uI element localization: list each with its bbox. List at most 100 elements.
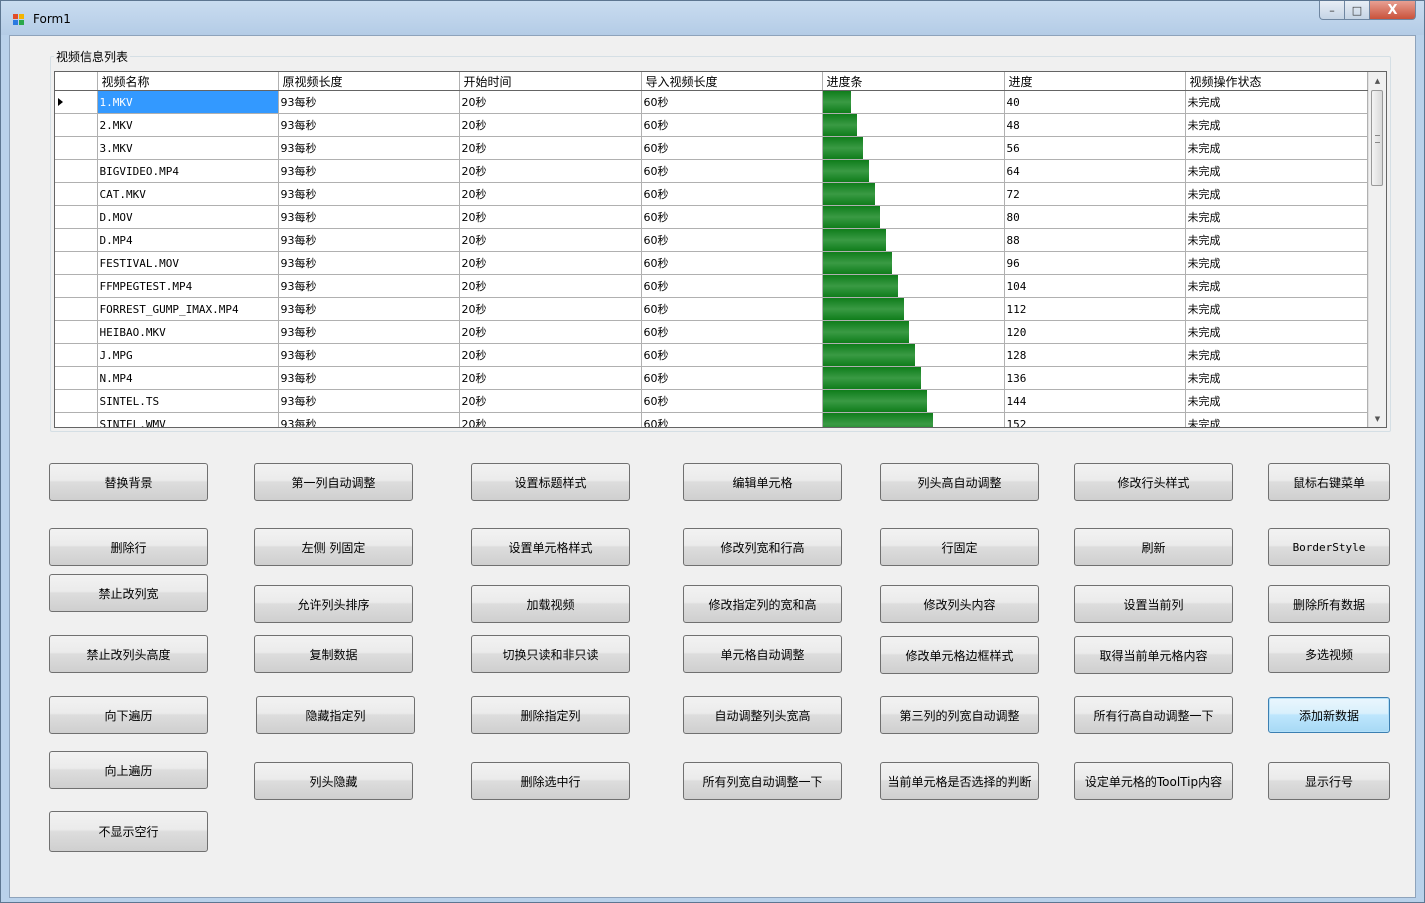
action-button-25[interactable]: 单元格自动调整	[683, 635, 842, 673]
table-row[interactable]: 3.MKV 93每秒 20秒 60秒 56 未完成	[55, 136, 1368, 160]
cell-name[interactable]: J.MPG	[97, 343, 279, 367]
cell-start-time[interactable]: 20秒	[459, 343, 642, 367]
cell-import-length[interactable]: 60秒	[641, 113, 823, 137]
cell-progress-bar[interactable]	[822, 228, 1005, 252]
action-button-28[interactable]: 多选视频	[1268, 635, 1390, 673]
table-row[interactable]: D.MOV 93每秒 20秒 60秒 80 未完成	[55, 205, 1368, 229]
action-button-17[interactable]: 加载视频	[471, 585, 630, 623]
cell-orig-length[interactable]: 93每秒	[278, 205, 460, 229]
cell-progress-bar[interactable]	[822, 366, 1005, 390]
cell-progress-bar[interactable]	[822, 389, 1005, 413]
cell-start-time[interactable]: 20秒	[459, 389, 642, 413]
cell-import-length[interactable]: 60秒	[641, 136, 823, 160]
row-indicator-cell[interactable]	[55, 366, 65, 390]
cell-progress[interactable]: 128	[1004, 343, 1186, 367]
cell-orig-length[interactable]: 93每秒	[278, 274, 460, 298]
cell-progress[interactable]: 64	[1004, 159, 1186, 183]
action-button-14[interactable]: BorderStyle	[1268, 528, 1390, 566]
title-bar[interactable]: Form1 – □ X	[1, 1, 1424, 35]
cell-progress[interactable]: 88	[1004, 228, 1186, 252]
cell-status[interactable]: 未完成	[1185, 343, 1368, 367]
action-button-18[interactable]: 修改指定列的宽和高	[683, 585, 842, 623]
cell-start-time[interactable]: 20秒	[459, 228, 642, 252]
cell-start-time[interactable]: 20秒	[459, 366, 642, 390]
cell-start-time[interactable]: 20秒	[459, 297, 642, 321]
cell-progress[interactable]: 112	[1004, 297, 1186, 321]
action-button-32[interactable]: 自动调整列头宽高	[683, 696, 842, 734]
cell-start-time[interactable]: 20秒	[459, 205, 642, 229]
column-header-orig-length[interactable]: 原视频长度	[278, 72, 460, 91]
action-button-7[interactable]: 鼠标右键菜单	[1268, 463, 1390, 501]
row-header-cell[interactable]	[65, 159, 98, 183]
action-button-13[interactable]: 刷新	[1074, 528, 1233, 566]
column-header-name[interactable]: 视频名称	[97, 72, 279, 91]
cell-orig-length[interactable]: 93每秒	[278, 228, 460, 252]
cell-status[interactable]: 未完成	[1185, 297, 1368, 321]
cell-status[interactable]: 未完成	[1185, 205, 1368, 229]
row-indicator-cell[interactable]	[55, 320, 65, 344]
action-button-35[interactable]: 添加新数据	[1268, 697, 1390, 733]
cell-progress[interactable]: 152	[1004, 412, 1186, 427]
cell-status[interactable]: 未完成	[1185, 182, 1368, 206]
row-header-cell[interactable]	[65, 389, 98, 413]
cell-import-length[interactable]: 60秒	[641, 343, 823, 367]
action-button-42[interactable]: 显示行号	[1268, 762, 1390, 800]
action-button-15[interactable]: 禁止改列宽	[49, 574, 208, 612]
column-header-status[interactable]: 视频操作状态	[1185, 72, 1368, 91]
cell-progress[interactable]: 72	[1004, 182, 1186, 206]
action-button-40[interactable]: 当前单元格是否选择的判断	[880, 762, 1039, 800]
cell-progress-bar[interactable]	[822, 136, 1005, 160]
action-button-10[interactable]: 设置单元格样式	[471, 528, 630, 566]
cell-name[interactable]: 1.MKV	[97, 90, 279, 114]
cell-orig-length[interactable]: 93每秒	[278, 297, 460, 321]
column-header-progress-bar[interactable]: 进度条	[822, 72, 1005, 91]
cell-name[interactable]: FORREST_GUMP_IMAX.MP4	[97, 297, 279, 321]
action-button-1[interactable]: 替换背景	[49, 463, 208, 501]
cell-start-time[interactable]: 20秒	[459, 90, 642, 114]
cell-name[interactable]: 3.MKV	[97, 136, 279, 160]
action-button-8[interactable]: 删除行	[49, 528, 208, 566]
cell-progress-bar[interactable]	[822, 274, 1005, 298]
table-row[interactable]: N.MP4 93每秒 20秒 60秒 136 未完成	[55, 366, 1368, 390]
row-header-cell[interactable]	[65, 228, 98, 252]
cell-start-time[interactable]: 20秒	[459, 136, 642, 160]
table-row[interactable]: J.MPG 93每秒 20秒 60秒 128 未完成	[55, 343, 1368, 367]
action-button-16[interactable]: 允许列头排序	[254, 585, 413, 623]
table-row[interactable]: D.MP4 93每秒 20秒 60秒 88 未完成	[55, 228, 1368, 252]
action-button-12[interactable]: 行固定	[880, 528, 1039, 566]
action-button-2[interactable]: 第一列自动调整	[254, 463, 413, 501]
row-header-cell[interactable]	[65, 297, 98, 321]
cell-start-time[interactable]: 20秒	[459, 251, 642, 275]
table-row[interactable]: 1.MKV 93每秒 20秒 60秒 40 未完成	[55, 90, 1368, 114]
cell-name[interactable]: FESTIVAL.MOV	[97, 251, 279, 275]
row-header-cell[interactable]	[65, 320, 98, 344]
cell-status[interactable]: 未完成	[1185, 251, 1368, 275]
row-indicator-cell[interactable]	[55, 136, 65, 160]
scrollbar-thumb[interactable]	[1371, 90, 1383, 186]
row-indicator-cell[interactable]	[55, 205, 65, 229]
cell-progress-bar[interactable]	[822, 343, 1005, 367]
cell-name[interactable]: SINTEL.TS	[97, 389, 279, 413]
table-row[interactable]: FESTIVAL.MOV 93每秒 20秒 60秒 96 未完成	[55, 251, 1368, 275]
maximize-button[interactable]: □	[1345, 1, 1370, 20]
column-header-start-time[interactable]: 开始时间	[459, 72, 642, 91]
row-header-cell[interactable]	[65, 90, 98, 114]
cell-orig-length[interactable]: 93每秒	[278, 366, 460, 390]
action-button-36[interactable]: 向上遍历	[49, 751, 208, 789]
action-button-23[interactable]: 复制数据	[254, 635, 413, 673]
cell-status[interactable]: 未完成	[1185, 274, 1368, 298]
scroll-up-arrow-icon[interactable]: ▲	[1369, 72, 1386, 89]
cell-import-length[interactable]: 60秒	[641, 274, 823, 298]
cell-status[interactable]: 未完成	[1185, 113, 1368, 137]
action-button-19[interactable]: 修改列头内容	[880, 585, 1039, 623]
row-indicator-cell[interactable]	[55, 343, 65, 367]
cell-import-length[interactable]: 60秒	[641, 412, 823, 427]
action-button-37[interactable]: 列头隐藏	[254, 762, 413, 800]
cell-status[interactable]: 未完成	[1185, 320, 1368, 344]
cell-progress-bar[interactable]	[822, 159, 1005, 183]
table-row[interactable]: HEIBAO.MKV 93每秒 20秒 60秒 120 未完成	[55, 320, 1368, 344]
cell-progress-bar[interactable]	[822, 297, 1005, 321]
cell-progress-bar[interactable]	[822, 320, 1005, 344]
cell-progress[interactable]: 80	[1004, 205, 1186, 229]
action-button-3[interactable]: 设置标题样式	[471, 463, 630, 501]
